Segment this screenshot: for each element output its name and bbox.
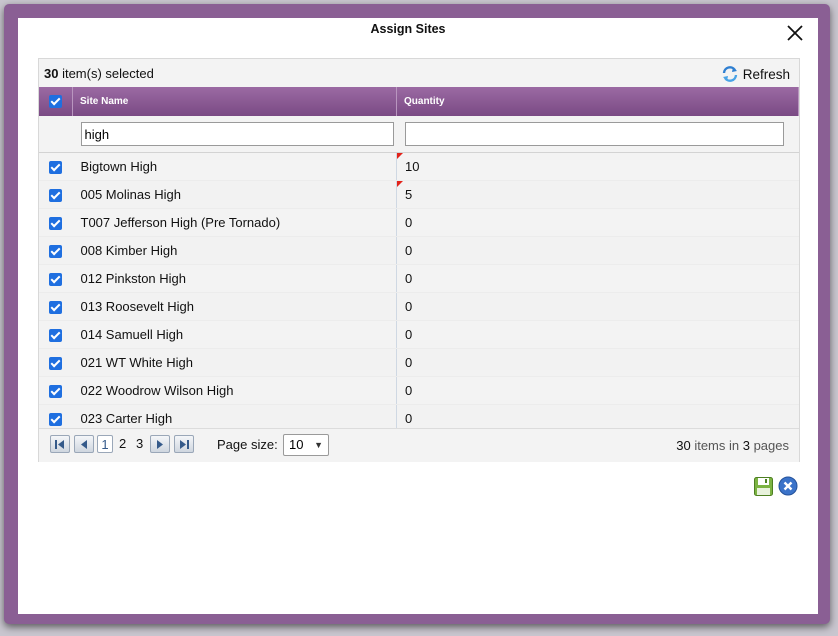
quantity-cell[interactable]: 0 (396, 264, 799, 293)
prev-page-button[interactable] (74, 435, 94, 453)
table-row[interactable]: 021 WT White High 0 (39, 348, 799, 377)
first-page-icon (55, 439, 64, 449)
page-number-2[interactable]: 2 (119, 435, 126, 453)
page-size-select[interactable]: 10 ▼ (283, 434, 329, 456)
row-checkbox[interactable] (49, 245, 63, 259)
page-size-value: 10 (289, 437, 304, 452)
site-name-cell: 021 WT White High (72, 348, 397, 377)
row-checkbox[interactable] (49, 329, 63, 343)
table-row[interactable]: T007 Jefferson High (Pre Tornado) 0 (39, 208, 799, 237)
quantity-filter-cell (396, 116, 799, 153)
row-select-cell (39, 320, 73, 349)
pager-info: 30 items in 3 pages (676, 438, 789, 453)
page-number-3[interactable]: 3 (136, 435, 143, 453)
site-name-filter-input[interactable] (80, 122, 394, 146)
sites-grid: 30 item(s) selected Refresh Site Name Qu… (38, 58, 800, 462)
last-page-icon (180, 439, 189, 449)
row-checkbox[interactable] (49, 189, 63, 203)
row-checkbox[interactable] (49, 161, 63, 175)
prev-page-icon (81, 439, 87, 449)
row-select-cell (39, 180, 73, 209)
refresh-icon (722, 66, 737, 82)
grid-toolbar: 30 item(s) selected Refresh (39, 59, 799, 87)
first-page-button[interactable] (50, 435, 70, 453)
items-in-label: items in (690, 438, 743, 453)
cancel-icon[interactable] (778, 476, 798, 496)
pages-label: pages (749, 438, 789, 453)
quantity-cell[interactable]: 0 (396, 376, 799, 405)
site-name-filter-cell (72, 116, 397, 153)
sites-table: Site Name Quantity Bigtown High10005 Mol… (39, 87, 799, 433)
quantity-cell[interactable]: 0 (396, 208, 799, 237)
table-row[interactable]: 008 Kimber High 0 (39, 236, 799, 265)
next-page-icon (157, 439, 163, 449)
page-number-1[interactable]: 1 (97, 435, 113, 453)
site-name-cell: 013 Roosevelt High (72, 292, 397, 321)
site-name-cell: 008 Kimber High (72, 236, 397, 265)
row-checkbox[interactable] (49, 217, 63, 231)
site-name-cell: 022 Woodrow Wilson High (72, 376, 397, 405)
assign-sites-dialog: Assign Sites 30 item(s) selected Refresh (18, 18, 818, 614)
table-row[interactable]: 014 Samuell High 0 (39, 320, 799, 349)
filter-row (39, 116, 799, 153)
site-name-cell: 012 Pinkston High (72, 264, 397, 293)
select-all-cell (39, 87, 73, 116)
row-checkbox[interactable] (49, 301, 63, 315)
row-select-cell (39, 292, 73, 321)
quantity-cell[interactable]: 0 (396, 236, 799, 265)
total-pages: 3 (742, 438, 750, 453)
quantity-cell[interactable]: 0 (396, 292, 799, 321)
table-row[interactable]: 022 Woodrow Wilson High 0 (39, 376, 799, 405)
table-row[interactable]: 013 Roosevelt High 0 (39, 292, 799, 321)
pager: 1 2 3 Page size: 10 ▼ 30 items in 3 page… (39, 428, 799, 462)
row-select-cell (39, 208, 73, 237)
table-row[interactable]: 012 Pinkston High 0 (39, 264, 799, 293)
site-name-cell: 014 Samuell High (72, 320, 397, 349)
window-frame: Assign Sites 30 item(s) selected Refresh (4, 4, 830, 624)
filter-spacer (39, 116, 73, 153)
chevron-down-icon: ▼ (314, 440, 323, 450)
selected-count-suffix: item(s) selected (58, 66, 154, 81)
row-checkbox[interactable] (49, 385, 63, 399)
row-select-cell (39, 152, 73, 181)
refresh-button[interactable]: Refresh (721, 64, 790, 84)
site-name-cell: 005 Molinas High (72, 180, 397, 209)
row-checkbox[interactable] (49, 413, 63, 427)
quantity-filter-input[interactable] (404, 122, 784, 146)
quantity-cell[interactable]: 0 (396, 320, 799, 349)
row-select-cell (39, 236, 73, 265)
close-icon[interactable] (784, 22, 806, 44)
row-select-cell (39, 376, 73, 405)
refresh-label: Refresh (742, 66, 790, 82)
save-icon[interactable] (754, 477, 773, 496)
row-select-cell (39, 348, 73, 377)
header-row: Site Name Quantity (39, 87, 799, 116)
column-header-quantity[interactable]: Quantity (396, 87, 799, 116)
site-name-cell: T007 Jefferson High (Pre Tornado) (72, 208, 397, 237)
quantity-cell[interactable]: 5 (396, 180, 799, 209)
row-checkbox[interactable] (49, 273, 63, 287)
dialog-title: Assign Sites (370, 22, 446, 36)
page-size-label: Page size: (217, 437, 278, 452)
site-name-cell: Bigtown High (72, 152, 397, 181)
selected-count-text: 30 item(s) selected (44, 66, 154, 81)
total-items: 30 (676, 438, 691, 453)
table-row[interactable]: 005 Molinas High 5 (39, 180, 799, 209)
quantity-cell[interactable]: 10 (396, 152, 799, 181)
quantity-cell[interactable]: 0 (396, 348, 799, 377)
row-select-cell (39, 264, 73, 293)
last-page-button[interactable] (174, 435, 194, 453)
selected-count: 30 (44, 66, 59, 81)
row-checkbox[interactable] (49, 357, 63, 371)
table-row[interactable]: Bigtown High 10 (39, 152, 799, 181)
column-header-site-name[interactable]: Site Name (72, 87, 397, 116)
select-all-checkbox[interactable] (49, 95, 62, 108)
next-page-button[interactable] (150, 435, 170, 453)
